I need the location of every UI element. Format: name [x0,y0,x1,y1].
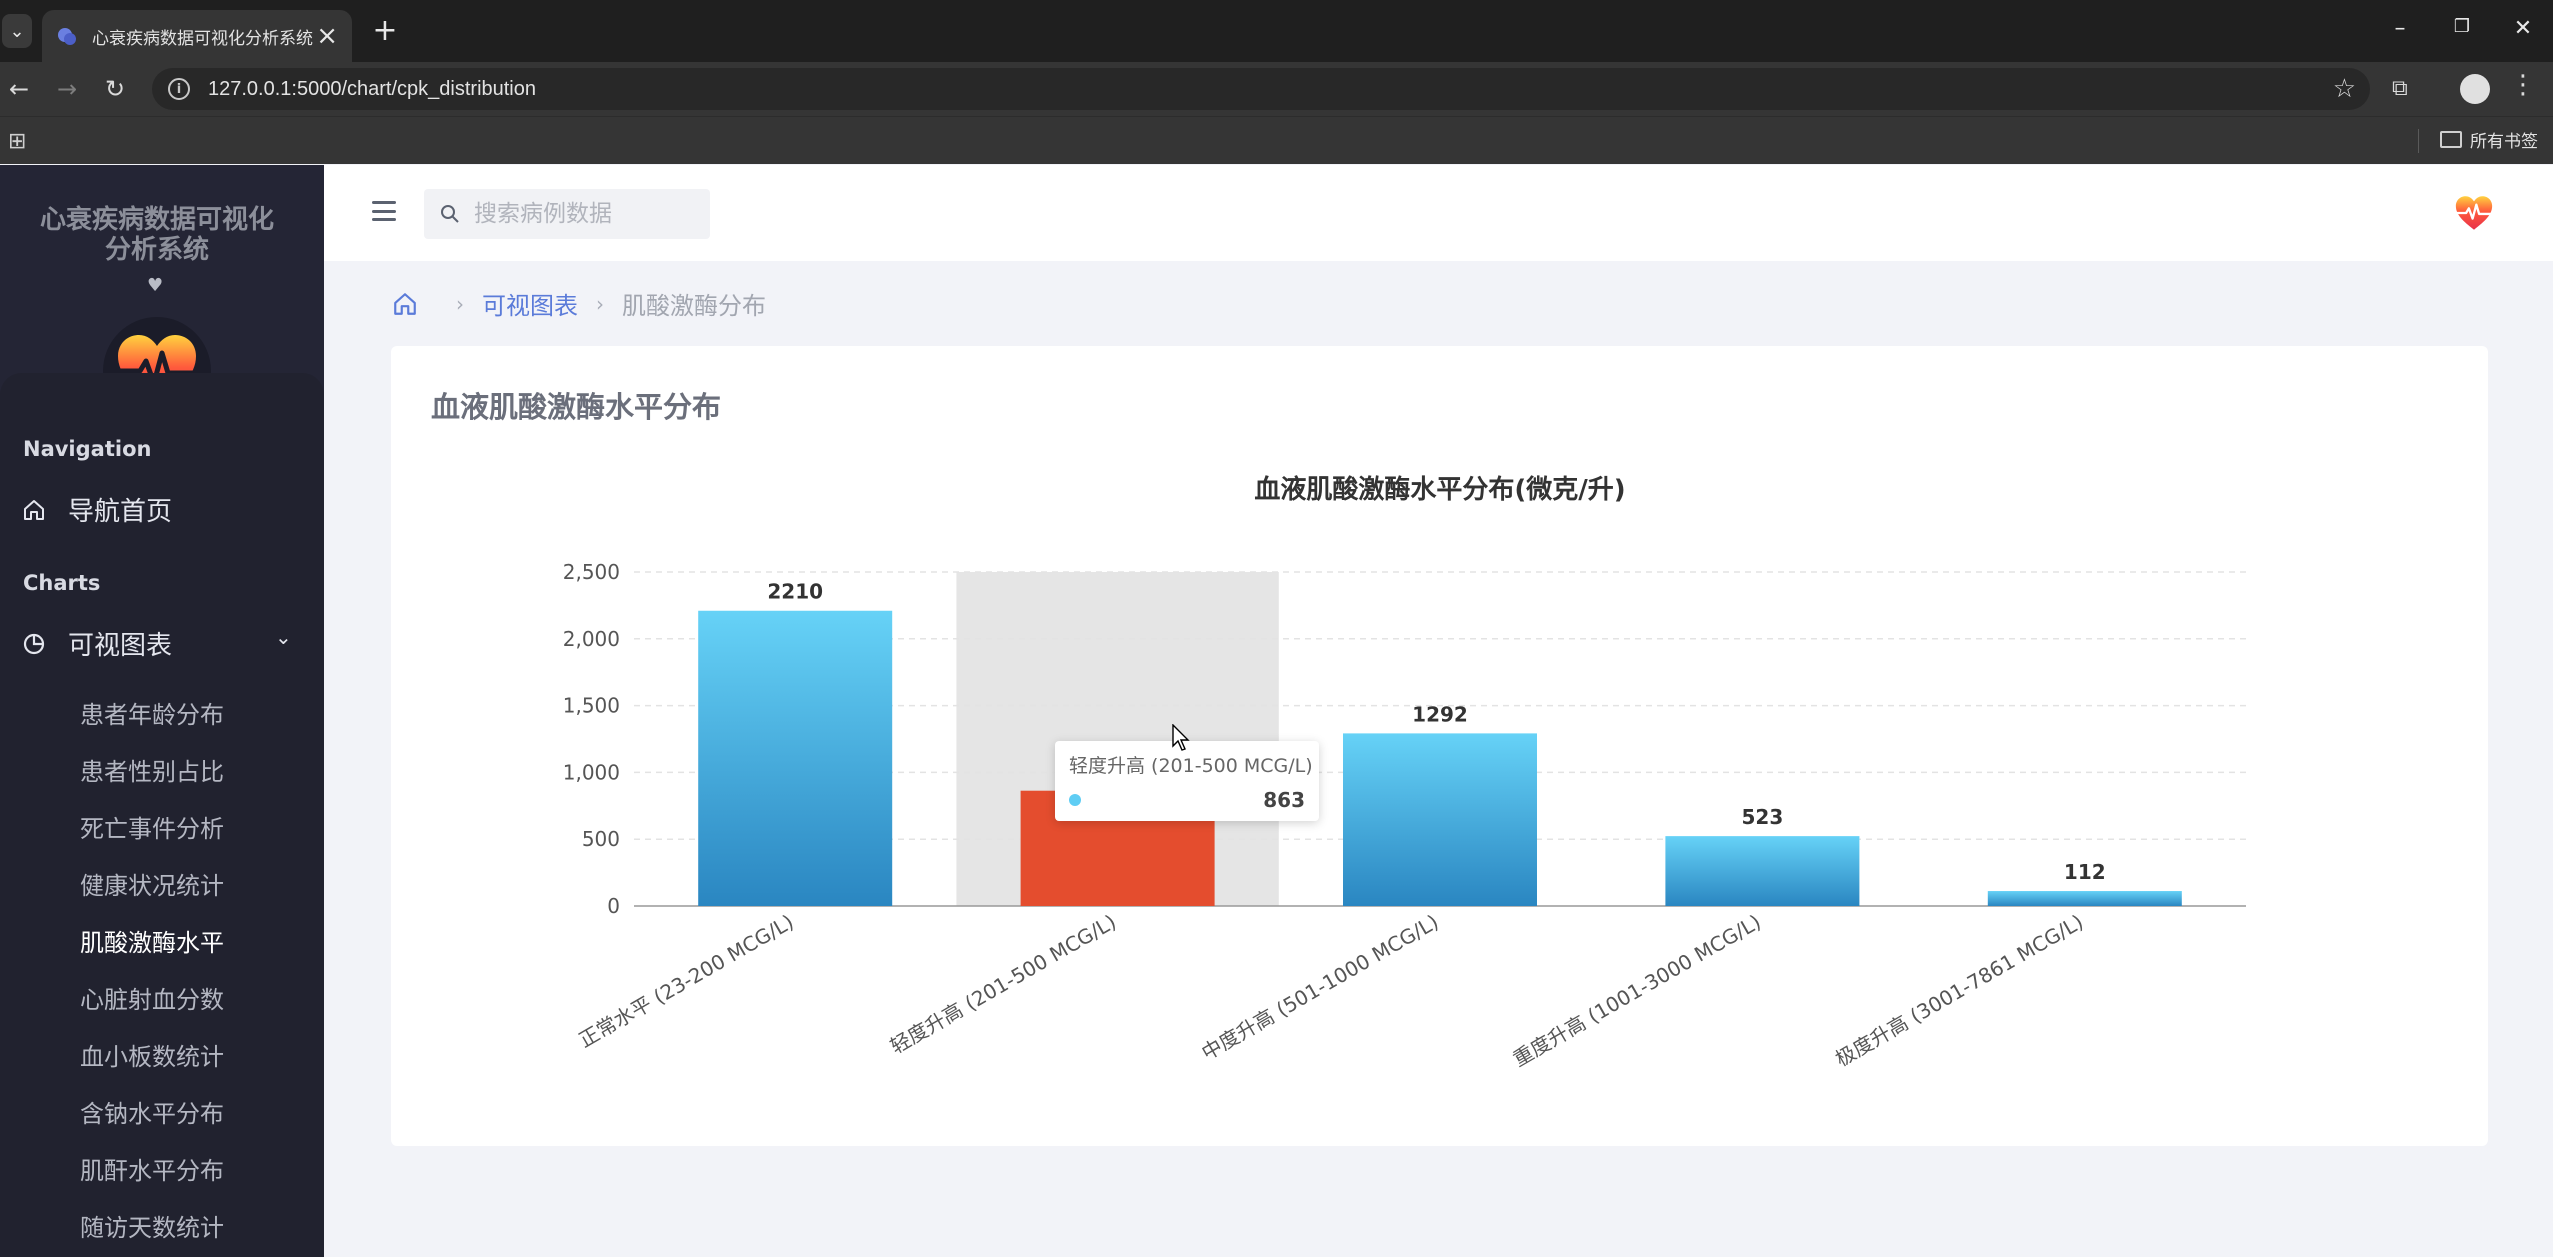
bar-chart[interactable]: 血液肌酸激酶水平分布(微克/升) 0 500 1,000 1,500 2,000 2,500… [391,346,2488,1146]
new-tab-icon[interactable]: + [368,14,402,48]
url-text[interactable]: 127.0.0.1:5000/chart/cpk_distribution [208,78,536,101]
y-tick-label: 2,000 [563,627,620,651]
bar [1987,891,2182,906]
tab-title: 心衰疾病数据可视化分析系统 [92,28,313,49]
sidebar-subitem[interactable]: 健康状况统计 [80,866,224,901]
sidebar-subitem[interactable]: 患者性别占比 [80,752,224,787]
sidebar-subitem[interactable]: 肌酐水平分布 [80,1151,224,1186]
data-label: 523 [1742,805,1784,829]
breadcrumb-link-charts[interactable]: 可视图表 [482,286,578,321]
nav-section-charts: Charts [23,571,101,595]
y-tick-label: 1,000 [563,760,620,784]
extensions-icon[interactable]: ⧉ [2392,76,2408,101]
breadcrumb: › 可视图表 › 肌酸激酶分布 [392,286,766,321]
bar [698,610,893,906]
site-info-icon[interactable]: i [168,78,190,100]
window-close-icon[interactable]: ✕ [2508,16,2538,41]
x-category-label: 中度升高 (501-1000 MCG/L) [1197,910,1442,1065]
restore-icon[interactable]: ❐ [2447,16,2477,37]
chart-title: 血液肌酸激酶水平分布(微克/升) [1254,474,1625,505]
sidebar-subitem[interactable]: 随访天数统计 [80,1208,224,1243]
tab-favicon-icon [58,28,76,45]
back-icon[interactable]: ← [2,72,36,106]
all-bookmarks-label: 所有书签 [2470,132,2538,152]
bookmarks-bar: ⊞ 所有书签 [0,116,2553,164]
sidebar-subitem[interactable]: 患者年龄分布 [80,695,224,730]
sidebar-subitem[interactable]: 肌酸激酶水平 [80,923,224,958]
bookmark-star-icon[interactable]: ☆ [2333,74,2356,104]
y-tick-label: 500 [582,827,620,851]
sidebar-item-home-label: 导航首页 [68,497,173,527]
x-category-label: 轻度升高 (201-500 MCG/L) [886,910,1120,1059]
breadcrumb-current: 肌酸激酶分布 [622,292,766,320]
sidebar-subitem[interactable]: 含钠水平分布 [80,1094,224,1129]
y-tick-label: 2,500 [563,560,620,584]
y-tick-label: 0 [607,894,620,918]
sidebar-subitem[interactable]: 心脏射血分数 [80,980,224,1015]
minimize-icon[interactable]: – [2385,16,2415,41]
x-category-label: 重度升高 (1001-3000 MCG/L) [1509,910,1765,1072]
browser-menu-icon[interactable]: ⋮ [2510,70,2536,100]
forward-icon[interactable]: → [50,72,84,106]
mouse-cursor-icon [1172,724,1190,751]
data-label: 2210 [767,580,823,604]
tooltip-series-dot [1069,794,1081,806]
breadcrumb-separator-icon: › [596,291,604,316]
breadcrumb-home-icon[interactable] [392,291,418,317]
pie-chart-icon [23,633,45,654]
tooltip-title: 轻度升高 (201-500 MCG/L) [1069,755,1313,777]
chart-tooltip: 轻度升高 (201-500 MCG/L) 863 [1055,741,1319,821]
data-label: 1292 [1412,702,1468,726]
brand-title: 心衰疾病数据可视化分析系统 [0,205,314,265]
top-header [324,165,2553,261]
reload-icon[interactable]: ↻ [98,72,132,106]
folder-icon [2440,131,2462,148]
search-box[interactable] [424,189,710,239]
all-bookmarks-button[interactable]: 所有书签 [2440,127,2538,152]
tooltip-value: 863 [1263,788,1305,812]
chevron-down-icon[interactable]: ⌄ [275,625,292,649]
data-label: 112 [2064,860,2106,884]
sidebar-subitem[interactable]: 血小板数统计 [80,1037,224,1072]
bookmarks-divider [2418,129,2419,153]
search-icon [441,205,459,223]
profile-avatar-icon[interactable] [2460,74,2490,104]
tab-search-chevron-icon[interactable]: ⌄ [2,14,32,48]
sidebar-item-home[interactable]: 导航首页 [22,491,172,528]
menu-toggle-icon[interactable] [372,201,396,221]
bar [1665,836,1860,906]
url-box[interactable]: i 127.0.0.1:5000/chart/cpk_distribution … [152,68,2370,110]
search-input[interactable] [474,201,694,227]
browser-tab[interactable]: 心衰疾病数据可视化分析系统 × [42,10,352,62]
bar [1343,733,1537,906]
tab-close-icon[interactable]: × [316,23,338,49]
breadcrumb-separator-icon: › [456,291,464,316]
small-heart-icon: ♥ [147,275,164,296]
header-heart-logo-icon[interactable] [2454,193,2494,233]
x-category-label: 极度升高 (3001-7861 MCG/L) [1831,910,2087,1072]
y-tick-label: 1,500 [563,694,620,718]
sidebar: 心衰疾病数据可视化分析系统 ♥ Navigation 导航首页 Charts 可… [0,165,324,1257]
nav-section-navigation: Navigation [23,437,152,461]
home-icon [24,499,44,520]
sidebar-item-charts[interactable]: 可视图表 [22,625,172,662]
apps-grid-icon[interactable]: ⊞ [8,129,26,154]
address-bar: ← → ↻ i 127.0.0.1:5000/chart/cpk_distrib… [0,62,2553,116]
sidebar-subitem[interactable]: 死亡事件分析 [80,809,224,844]
brand-title-text: 心衰疾病数据可视化分析系统 [39,205,274,265]
x-category-label: 正常水平 (23-200 MCG/L) [575,910,798,1053]
browser-tab-bar: ⌄ 心衰疾病数据可视化分析系统 × + – ❐ ✕ [0,0,2553,62]
sidebar-item-charts-label: 可视图表 [68,631,173,661]
chart-card: 血液肌酸激酶水平分布 血液肌酸激酶水平分布(微克/升) 0 500 1,000 1,50… [391,346,2488,1146]
